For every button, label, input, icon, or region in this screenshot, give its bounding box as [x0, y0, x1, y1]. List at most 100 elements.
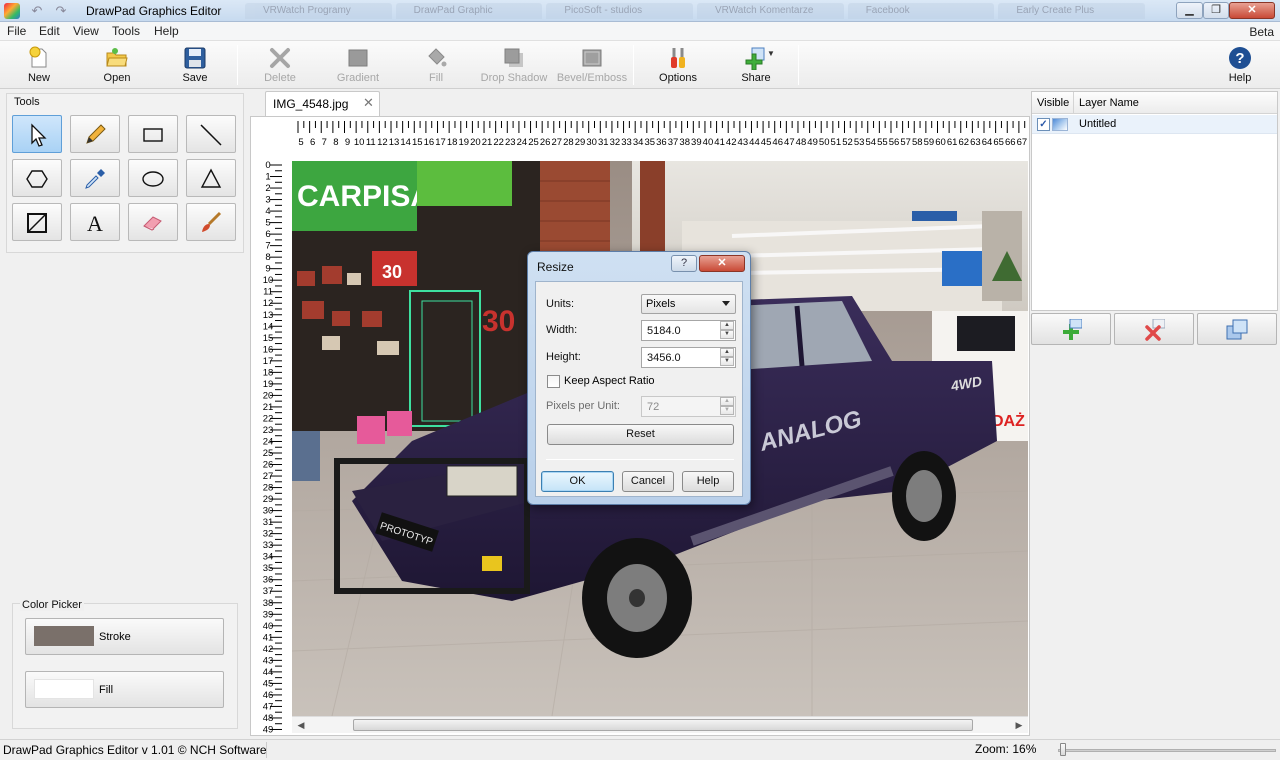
cancel-button[interactable]: Cancel: [622, 471, 674, 492]
background-tab[interactable]: VRWatch Programy: [245, 3, 392, 19]
horizontal-scroll-thumb[interactable]: [353, 719, 973, 731]
toolbar-separator: [798, 45, 799, 85]
share-dropdown-icon[interactable]: ▼: [767, 49, 775, 58]
keep-aspect-checkbox[interactable]: [547, 375, 560, 388]
maximize-button[interactable]: ❐: [1203, 2, 1229, 19]
text-tool-button[interactable]: A: [70, 203, 120, 241]
height-input[interactable]: [642, 348, 718, 367]
close-tab-icon[interactable]: ✕: [363, 95, 374, 111]
zoom-slider-thumb[interactable]: [1060, 743, 1066, 756]
pencil-tool-button[interactable]: [70, 115, 120, 153]
crop-tool-button[interactable]: [12, 203, 62, 241]
keep-aspect-label[interactable]: Keep Aspect Ratio: [564, 375, 655, 387]
width-increment-icon[interactable]: ▲: [720, 321, 734, 330]
horizontal-scrollbar[interactable]: ◀ ▶: [292, 716, 1028, 733]
background-tab[interactable]: PicoSoft - studios: [546, 3, 694, 19]
background-tab[interactable]: Facebook: [847, 3, 995, 19]
help-button[interactable]: ? Help: [1201, 43, 1279, 87]
title-bar: ↶ ↷ DrawPad Graphics Editor VRWatch Prog…: [0, 0, 1280, 22]
fill-color-button[interactable]: Fill: [25, 671, 224, 708]
dialog-body: Units: Pixels Width: ▲ ▼ Height: ▲ ▼ Kee…: [535, 281, 743, 497]
triangle-tool-button[interactable]: [186, 159, 236, 197]
dialog-help-icon-button[interactable]: ?: [671, 255, 697, 272]
width-decrement-icon[interactable]: ▼: [720, 330, 734, 339]
ruler-label: 46: [263, 690, 274, 701]
polygon-tool-button[interactable]: [12, 159, 62, 197]
ruler-label: 48: [263, 713, 274, 724]
ruler-label: 12: [377, 137, 388, 148]
options-button[interactable]: Options: [639, 43, 717, 87]
menu-help[interactable]: Help: [154, 24, 179, 38]
drop-shadow-button[interactable]: Drop Shadow: [475, 43, 553, 87]
menu-edit[interactable]: Edit: [39, 24, 60, 38]
minimize-button[interactable]: ▁: [1176, 2, 1203, 19]
ruler-label: 49: [263, 724, 274, 734]
ruler-label: 4: [265, 206, 270, 217]
height-field[interactable]: ▲ ▼: [641, 347, 736, 368]
layer-visible-checkbox[interactable]: ✓: [1037, 118, 1050, 131]
scroll-left-icon[interactable]: ◀: [294, 718, 308, 732]
open-button[interactable]: Open: [78, 43, 156, 87]
dialog-help-button[interactable]: Help: [682, 471, 734, 492]
add-layer-button[interactable]: [1031, 313, 1111, 345]
menu-file[interactable]: File: [7, 24, 26, 38]
zoom-slider-track[interactable]: [1058, 749, 1276, 752]
units-select[interactable]: Pixels: [641, 294, 736, 314]
line-tool-button[interactable]: [186, 115, 236, 153]
delete-button[interactable]: Delete: [241, 43, 319, 87]
share-button[interactable]: Share ▼: [717, 43, 795, 87]
scroll-right-icon[interactable]: ▶: [1012, 718, 1026, 732]
menu-tools[interactable]: Tools: [112, 24, 140, 38]
save-button[interactable]: Save: [156, 43, 234, 87]
background-tab[interactable]: DrawPad Graphic: [395, 3, 543, 19]
ruler-label: 27: [263, 471, 274, 482]
ruler-label: 42: [726, 137, 737, 148]
ruler-label: 62: [958, 137, 969, 148]
layers-panel: Visible Layer Name ✓ Untitled: [1031, 91, 1278, 311]
ruler-label: 17: [435, 137, 446, 148]
column-layer-name[interactable]: Layer Name: [1079, 97, 1139, 109]
reset-button[interactable]: Reset: [547, 424, 734, 445]
menu-view[interactable]: View: [73, 24, 99, 38]
duplicate-layer-button[interactable]: [1197, 313, 1277, 345]
ok-button[interactable]: OK: [541, 471, 614, 492]
height-increment-icon[interactable]: ▲: [720, 348, 734, 357]
background-tab[interactable]: VRWatch Komentarze: [697, 3, 844, 19]
stroke-color-button[interactable]: Stroke: [25, 618, 224, 655]
ruler-label: 5: [265, 218, 270, 229]
delete-layer-button[interactable]: [1114, 313, 1194, 345]
ruler-label: 65: [993, 137, 1004, 148]
close-window-button[interactable]: ✕: [1229, 2, 1275, 19]
width-field[interactable]: ▲ ▼: [641, 320, 736, 341]
rectangle-tool-button[interactable]: [128, 115, 178, 153]
fill-button[interactable]: Fill: [397, 43, 475, 87]
ruler-label: 29: [263, 494, 274, 505]
background-tab[interactable]: Early Create Plus: [998, 3, 1146, 19]
gradient-button[interactable]: Gradient: [319, 43, 397, 87]
dialog-close-button[interactable]: ✕: [699, 255, 745, 272]
brush-tool-button[interactable]: [186, 203, 236, 241]
column-visible[interactable]: Visible: [1037, 97, 1069, 109]
document-tab[interactable]: IMG_4548.jpg ✕: [265, 91, 380, 116]
eraser-tool-button[interactable]: [128, 203, 178, 241]
ruler-label: 32: [263, 529, 274, 540]
fill-color-label: Fill: [99, 684, 114, 696]
undo-icon[interactable]: ↶: [28, 3, 46, 19]
layer-row[interactable]: ✓ Untitled: [1032, 115, 1277, 134]
width-input[interactable]: [642, 321, 718, 340]
height-label: Height:: [546, 351, 581, 363]
open-folder-icon: [106, 48, 128, 67]
ruler-label: 26: [540, 137, 551, 148]
color-picker-panel: Color Picker Stroke Fill: [12, 599, 238, 729]
select-tool-button[interactable]: [12, 115, 62, 153]
ruler-label: 21: [263, 402, 274, 413]
pixels-per-unit-field[interactable]: ▲ ▼: [641, 396, 736, 417]
ruler-label: 67: [1017, 137, 1028, 148]
ellipse-tool-button[interactable]: [128, 159, 178, 197]
new-button[interactable]: New: [0, 43, 78, 87]
redo-icon[interactable]: ↷: [52, 3, 70, 19]
height-decrement-icon[interactable]: ▼: [720, 357, 734, 366]
bevel-emboss-button[interactable]: Bevel/Emboss: [553, 43, 631, 87]
eyedropper-tool-button[interactable]: [70, 159, 120, 197]
pixels-per-unit-input[interactable]: [642, 397, 718, 416]
